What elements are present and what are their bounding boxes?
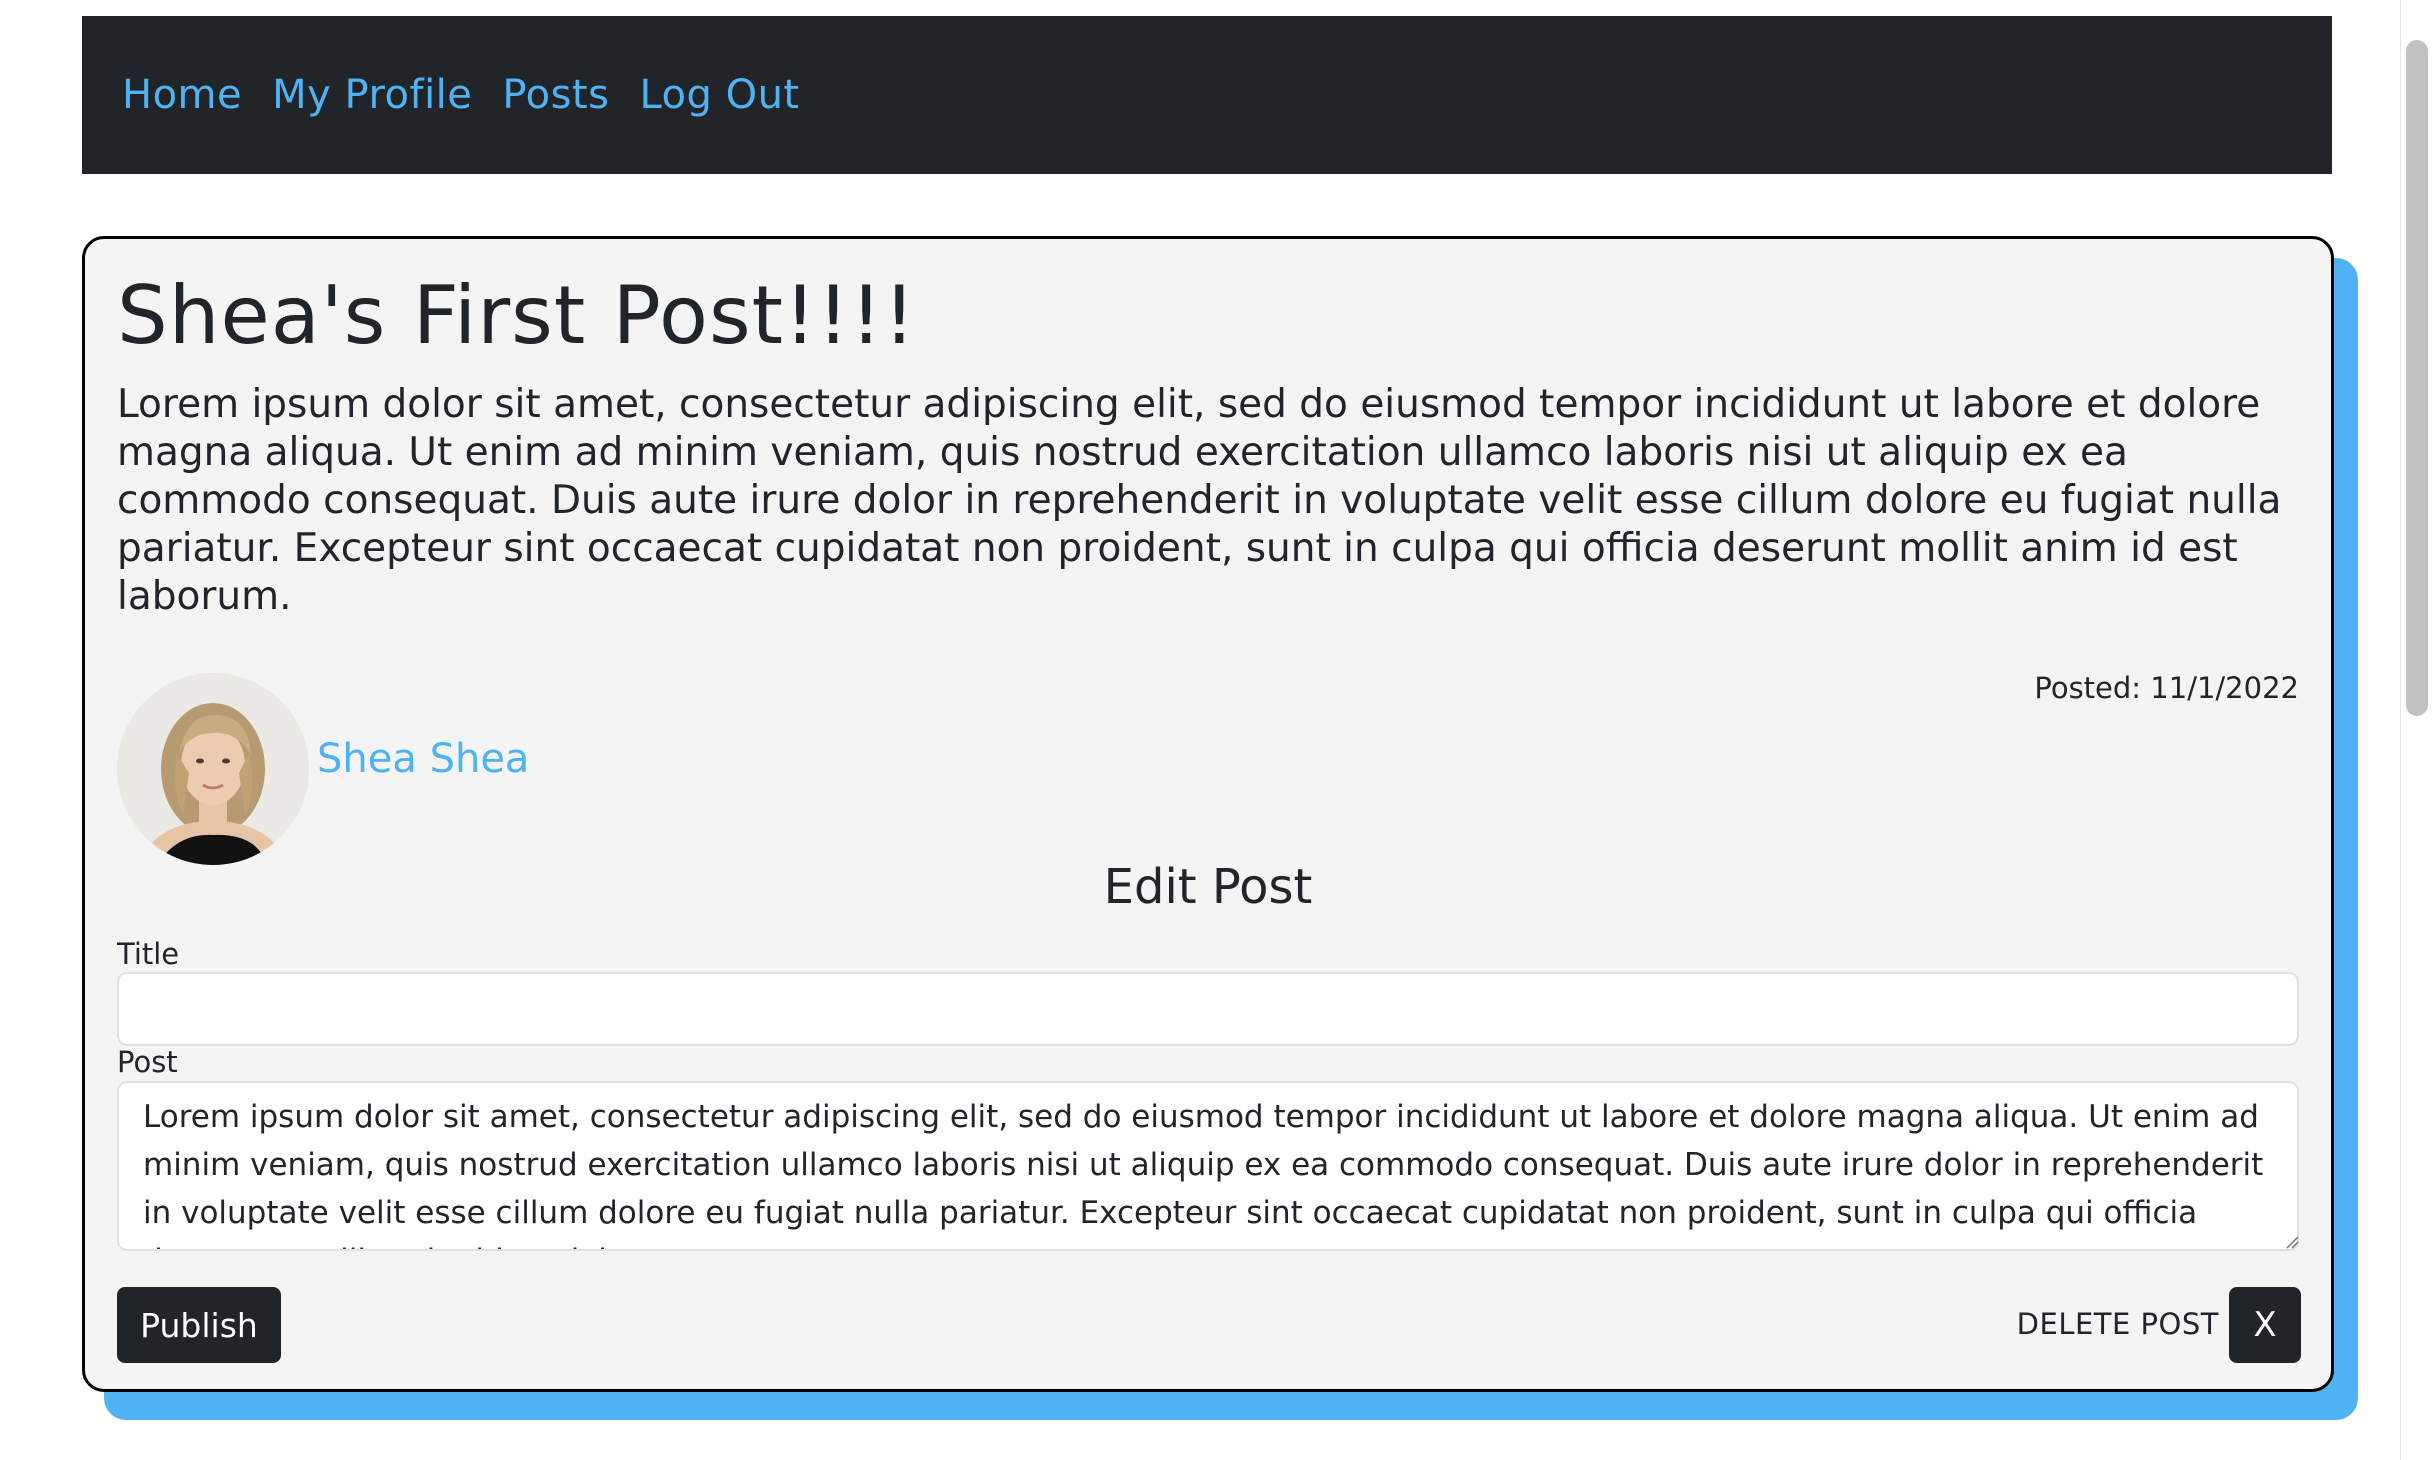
edit-post-heading: Edit Post: [1103, 859, 1313, 915]
author-link[interactable]: Shea Shea: [317, 736, 529, 782]
delete-post-label: DELETE POST: [2016, 1307, 2219, 1341]
resize-grip-icon[interactable]: [2285, 1235, 2299, 1249]
nav-link-log-out[interactable]: Log Out: [639, 72, 799, 118]
nav-link-posts[interactable]: Posts: [502, 72, 609, 118]
user-avatar-photo-icon: [117, 673, 309, 865]
nav-link-my-profile[interactable]: My Profile: [272, 72, 472, 118]
nav-link-home[interactable]: Home: [122, 72, 242, 118]
scrollbar-thumb[interactable]: [2406, 40, 2428, 716]
title-label: Title: [117, 937, 180, 971]
title-input[interactable]: [117, 972, 2299, 1046]
post-textarea[interactable]: Lorem ipsum dolor sit amet, consectetur …: [117, 1081, 2299, 1251]
publish-button[interactable]: Publish: [117, 1287, 281, 1363]
post-card: Shea's First Post!!!! Lorem ipsum dolor …: [82, 236, 2334, 1392]
navbar: Home My Profile Posts Log Out: [82, 16, 2332, 174]
posted-date: Posted: 11/1/2022: [2034, 671, 2299, 705]
post-body: Lorem ipsum dolor sit amet, consectetur …: [117, 382, 2282, 619]
post-title: Shea's First Post!!!!: [117, 269, 917, 362]
page: Home My Profile Posts Log Out Shea's Fir…: [0, 0, 2434, 1460]
delete-post-button[interactable]: X: [2229, 1287, 2301, 1363]
post-label: Post: [117, 1045, 178, 1079]
avatar[interactable]: [117, 673, 309, 865]
